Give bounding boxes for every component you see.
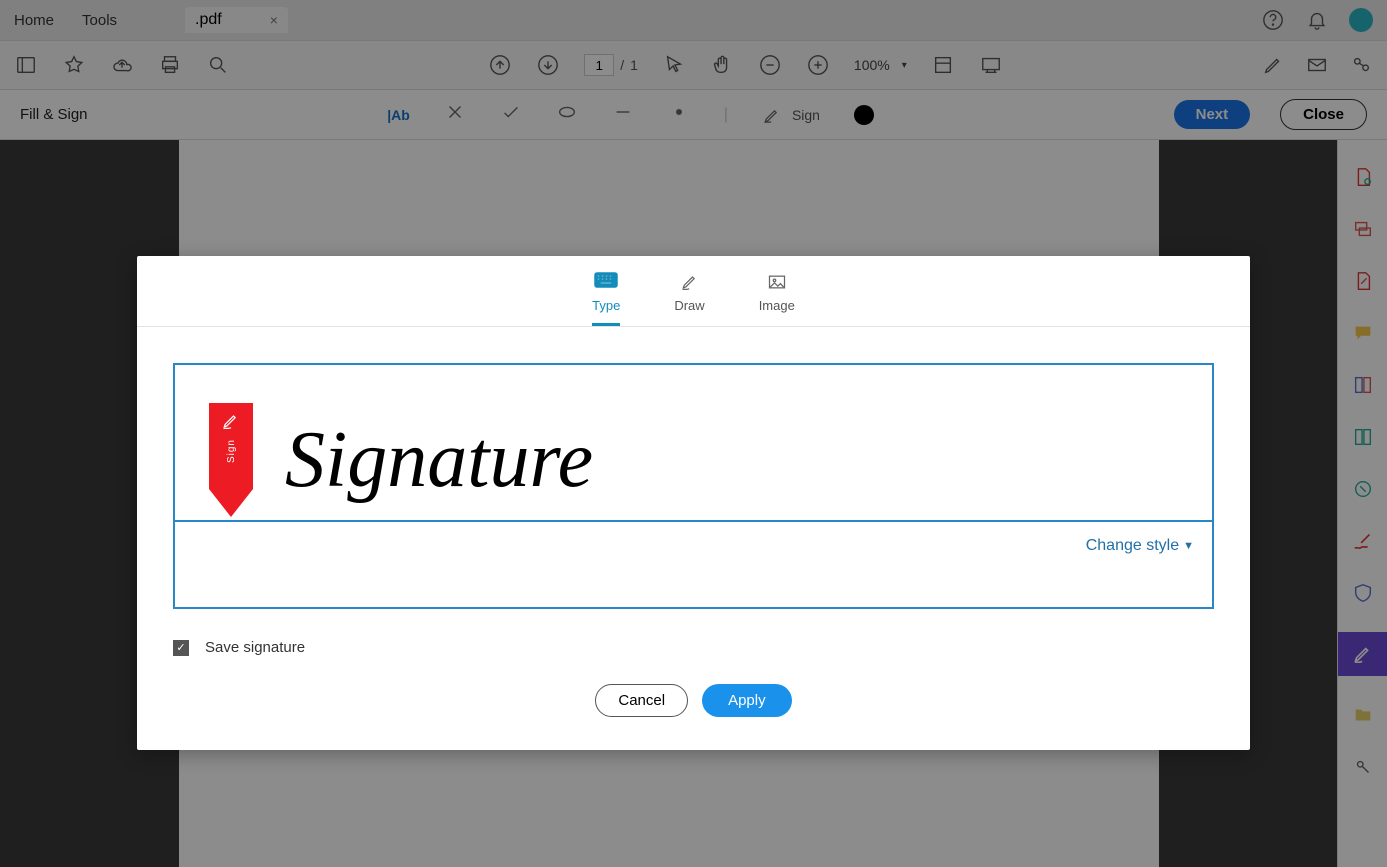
tab-image[interactable]: Image: [759, 272, 795, 326]
signature-line: [175, 520, 1212, 522]
tab-image-label: Image: [759, 298, 795, 313]
apply-button[interactable]: Apply: [702, 684, 792, 717]
signature-modal: Type Draw Image Sign Signature Change st…: [137, 256, 1250, 750]
adobe-logo-icon: [221, 411, 241, 431]
save-signature-checkbox[interactable]: ✓: [173, 640, 189, 656]
sign-ribbon: Sign: [209, 403, 253, 518]
save-signature-row: ✓ Save signature: [137, 609, 1250, 656]
tab-type-label: Type: [592, 298, 620, 313]
save-signature-label: Save signature: [205, 639, 305, 656]
signature-input-box[interactable]: Sign Signature Change style▼: [173, 363, 1214, 609]
cancel-button[interactable]: Cancel: [595, 684, 688, 717]
tab-draw-label: Draw: [674, 298, 704, 313]
signature-mode-tabs: Type Draw Image: [137, 256, 1250, 327]
tab-type[interactable]: Type: [592, 272, 620, 326]
signature-preview-text: Signature: [285, 415, 593, 506]
ribbon-label: Sign: [226, 439, 237, 463]
tab-draw[interactable]: Draw: [674, 272, 704, 326]
change-style-link[interactable]: Change style▼: [1086, 537, 1194, 555]
